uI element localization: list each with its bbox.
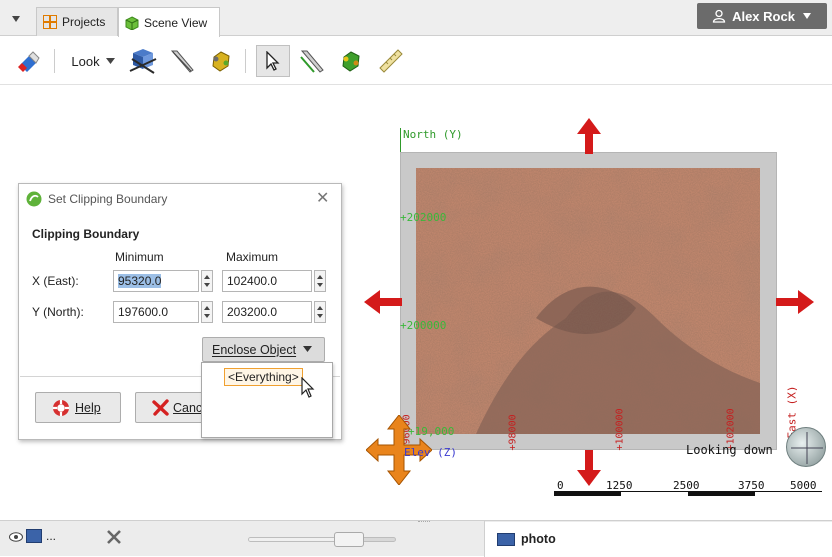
column-minimum-label: Minimum: [115, 250, 164, 264]
x-min-field[interactable]: 95320.0: [113, 270, 199, 292]
projects-icon: [43, 15, 57, 29]
x-max-field[interactable]: 102400.0: [222, 270, 312, 292]
user-name: Alex Rock: [732, 8, 795, 24]
cancel-label: Canc: [173, 400, 203, 415]
tools-icon[interactable]: [106, 529, 122, 545]
y-max-field[interactable]: 203200.0: [222, 301, 312, 323]
ruler-icon: [379, 49, 403, 73]
y-min-field[interactable]: 197600.0: [113, 301, 199, 323]
panel-splitter-grip[interactable]: [418, 521, 430, 524]
lifebuoy-icon: [53, 399, 69, 416]
tab-projects-label: Projects: [62, 15, 106, 29]
toolbar-divider: [245, 49, 246, 73]
tab-menu-chevron-icon[interactable]: [11, 12, 21, 26]
select-tool-button[interactable]: [256, 45, 290, 77]
y-min-value: 197600.0: [118, 305, 169, 319]
toolbar-divider: [54, 49, 55, 73]
y-max-spinner[interactable]: [314, 301, 326, 323]
scene-orient-button[interactable]: [127, 46, 159, 76]
tab-scene-view[interactable]: Scene View: [118, 7, 220, 37]
help-button[interactable]: Help: [35, 392, 121, 423]
opacity-slider-fill: [249, 538, 337, 541]
image-thumbnail-icon: [26, 529, 42, 543]
dropdown-item-everything[interactable]: <Everything>: [224, 368, 303, 386]
slice-tool-button[interactable]: [167, 46, 197, 76]
scale-tick-label: 3750: [738, 479, 765, 492]
opacity-slider-thumb[interactable]: [334, 532, 364, 547]
resize-handle-top-icon[interactable]: [577, 118, 601, 154]
x-tick-label: +102000: [725, 408, 737, 451]
looking-down-label: Looking down: [686, 443, 773, 457]
compass-icon: [791, 432, 823, 464]
puzzle-pick-icon: [342, 51, 360, 72]
chevron-down-icon: [303, 346, 313, 352]
scale-tick-label: 2500: [673, 479, 700, 492]
elev-axis-label: Elev (Z): [404, 446, 457, 459]
x-east-label: X (East):: [32, 274, 79, 288]
photo-object-row[interactable]: photo: [485, 522, 832, 557]
eraser-icon: [18, 51, 40, 72]
cancel-x-icon: [152, 399, 169, 416]
view-compass[interactable]: [786, 427, 826, 467]
more-options[interactable]: ...: [46, 529, 56, 543]
cube-icon: [125, 15, 139, 30]
scale-tick-label: 5000: [790, 479, 817, 492]
look-label: Look: [71, 53, 100, 69]
cursor-arrow-icon: [266, 51, 280, 71]
enclose-object-label: Enclose Object: [212, 342, 297, 357]
tab-projects[interactable]: Projects: [36, 7, 118, 36]
ruler-button[interactable]: [376, 46, 406, 76]
enclose-object-button[interactable]: Enclose Object: [202, 337, 325, 362]
draw-line-icon: [300, 50, 324, 73]
photo-icon: [497, 533, 515, 546]
eraser-button[interactable]: [14, 46, 42, 76]
photo-label: photo: [521, 532, 556, 546]
help-label: Help: [75, 400, 101, 415]
x-min-spinner[interactable]: [201, 270, 213, 292]
opacity-slider[interactable]: [248, 532, 396, 547]
chevron-down-icon: [802, 13, 811, 19]
move-object-button[interactable]: [206, 46, 236, 76]
orient-arrows-icon: [129, 49, 157, 74]
y-tick-label: +200000: [400, 319, 447, 332]
resize-handle-left-icon[interactable]: [364, 290, 402, 314]
mouse-cursor-icon: [301, 377, 315, 398]
dialog-title: Set Clipping Boundary: [48, 192, 168, 206]
app-logo-icon: [26, 191, 42, 207]
aerial-photo-image: [416, 168, 760, 434]
close-icon[interactable]: ✕: [316, 188, 329, 208]
x-tick-label: +100000: [614, 408, 626, 451]
x-tick-label: +98000: [507, 414, 519, 451]
resize-handle-right-icon[interactable]: [776, 290, 814, 314]
section-heading: Clipping Boundary: [32, 227, 140, 241]
chevron-down-icon: [105, 57, 115, 64]
x-min-value: 95320.0: [118, 274, 162, 288]
dropdown-item-label: <Everything>: [228, 370, 299, 384]
user-menu-button[interactable]: Alex Rock: [697, 3, 827, 29]
toolbar: Look: [0, 37, 832, 85]
draw-line-button[interactable]: [297, 46, 327, 76]
scale-tick-label: 0: [557, 479, 564, 492]
x-max-value: 102400.0: [227, 274, 278, 288]
north-axis-label: North (Y): [403, 128, 463, 141]
scale-tick-label: 1250: [606, 479, 633, 492]
puzzle-move-icon: [212, 51, 230, 72]
column-maximum-label: Maximum: [226, 250, 279, 264]
look-dropdown[interactable]: Look: [65, 46, 121, 76]
pick-object-button[interactable]: [336, 46, 366, 76]
bottom-panel: ... photo: [0, 520, 832, 557]
y-north-label: Y (North):: [32, 305, 84, 319]
y-min-spinner[interactable]: [201, 301, 213, 323]
knife-icon: [170, 50, 194, 73]
eye-icon[interactable]: [9, 532, 23, 542]
enclose-object-dropdown: <Everything>: [201, 362, 333, 438]
y-max-value: 203200.0: [227, 305, 278, 319]
x-max-spinner[interactable]: [314, 270, 326, 292]
user-icon: [712, 9, 726, 23]
tab-bar: Projects Scene View Alex Rock: [0, 0, 832, 37]
tab-scene-view-label: Scene View: [144, 15, 208, 30]
y-tick-label: +202000: [400, 211, 447, 224]
north-axis-line: [400, 128, 401, 152]
